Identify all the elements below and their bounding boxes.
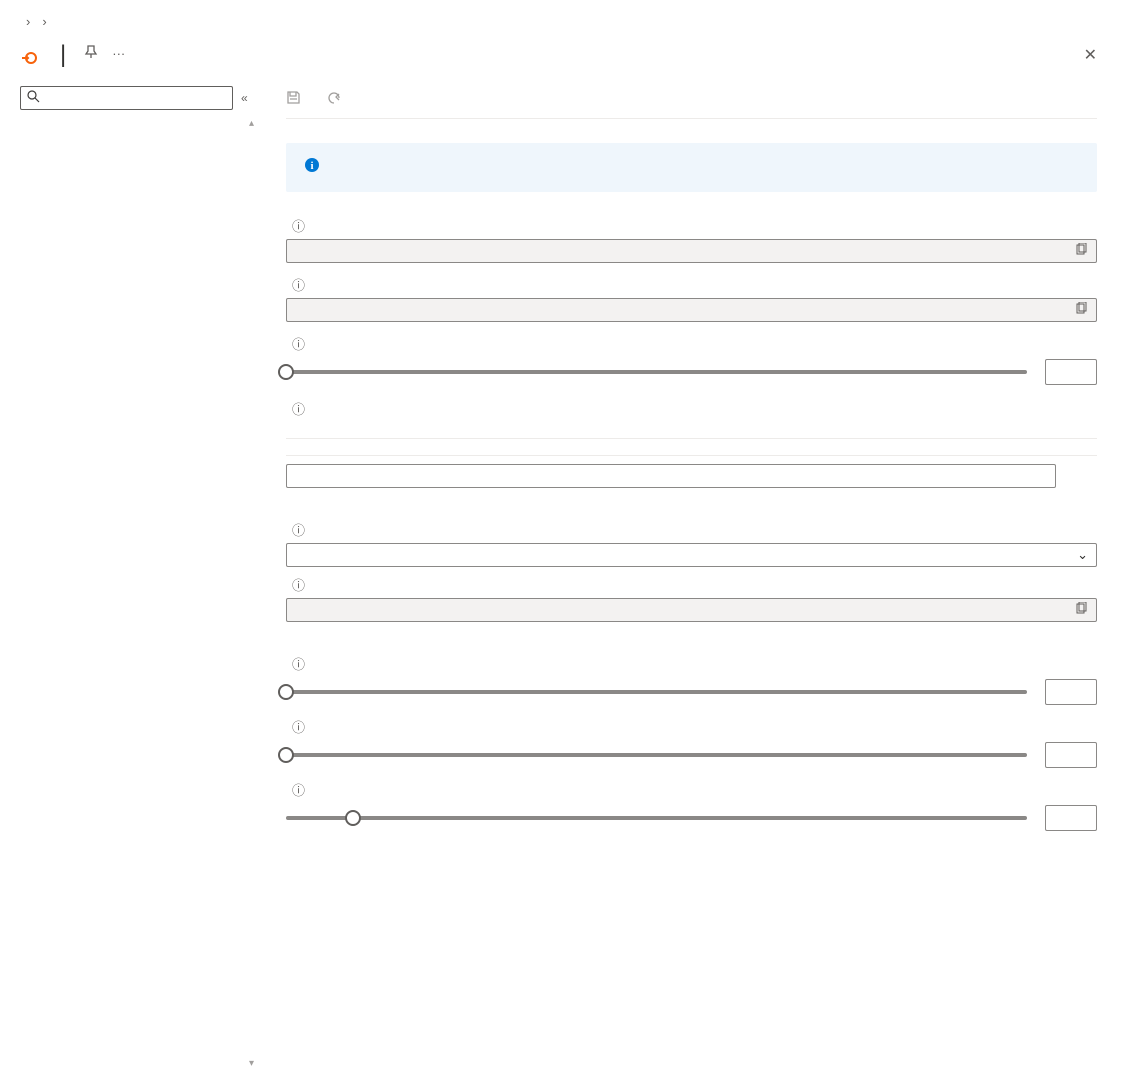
pin-icon[interactable] bbox=[84, 45, 98, 62]
sidebar-search[interactable] bbox=[20, 86, 233, 110]
slider-thumb[interactable] bbox=[345, 810, 361, 826]
consumer-group-default bbox=[286, 439, 1097, 456]
chevron-right-icon: › bbox=[26, 14, 30, 29]
copy-icon[interactable] bbox=[1075, 243, 1088, 259]
consumer-groups-header bbox=[286, 422, 1097, 439]
iot-hub-icon bbox=[20, 47, 42, 72]
info-icon[interactable]: ⓘ bbox=[292, 717, 305, 736]
info-icon: i bbox=[304, 157, 320, 178]
undo-button[interactable] bbox=[327, 90, 348, 108]
chevron-right-icon: › bbox=[42, 14, 46, 29]
main-content: i ⓘ ⓘ ⓘ bbox=[258, 82, 1125, 1073]
info-icon[interactable]: ⓘ bbox=[292, 575, 305, 594]
retain-slider[interactable] bbox=[286, 370, 1027, 374]
info-icon[interactable]: ⓘ bbox=[292, 334, 305, 353]
breadcrumb: › › bbox=[0, 0, 1125, 29]
more-icon[interactable]: ··· bbox=[112, 46, 125, 61]
toolbar bbox=[286, 82, 1097, 119]
feedback-value[interactable] bbox=[1045, 742, 1097, 768]
consumer-group-create[interactable] bbox=[286, 464, 1056, 488]
sidebar: « ▴ ▾ bbox=[0, 82, 258, 1073]
info-icon[interactable]: ⓘ bbox=[292, 654, 305, 673]
info-banner: i bbox=[286, 143, 1097, 192]
max-delivery-slider[interactable] bbox=[286, 816, 1027, 820]
feedback-slider[interactable] bbox=[286, 753, 1027, 757]
search-icon bbox=[27, 90, 40, 106]
slider-thumb[interactable] bbox=[278, 364, 294, 380]
ttl-value[interactable] bbox=[1045, 679, 1097, 705]
eh-name-field bbox=[286, 298, 1097, 322]
svg-text:i: i bbox=[310, 160, 313, 172]
close-icon[interactable]: ✕ bbox=[1084, 41, 1105, 65]
slider-thumb[interactable] bbox=[278, 747, 294, 763]
max-delivery-value[interactable] bbox=[1045, 805, 1097, 831]
page-title: | bbox=[52, 41, 66, 69]
copy-icon[interactable] bbox=[1075, 602, 1088, 618]
info-icon[interactable]: ⓘ bbox=[292, 216, 305, 235]
save-button[interactable] bbox=[286, 90, 307, 108]
partitions-field bbox=[286, 239, 1097, 263]
slider-thumb[interactable] bbox=[278, 684, 294, 700]
info-icon[interactable]: ⓘ bbox=[292, 399, 305, 418]
save-icon bbox=[286, 90, 301, 108]
chevron-down-icon: ⌄ bbox=[1077, 547, 1088, 563]
endpoint-field bbox=[286, 598, 1097, 622]
consumer-group-input[interactable] bbox=[295, 468, 1047, 485]
info-icon[interactable]: ⓘ bbox=[292, 275, 305, 294]
page-header: | ··· ✕ bbox=[0, 29, 1125, 82]
retain-value[interactable] bbox=[1045, 359, 1097, 385]
ttl-slider[interactable] bbox=[286, 690, 1027, 694]
collapse-sidebar-icon[interactable]: « bbox=[241, 91, 248, 105]
scroll-down-icon: ▾ bbox=[249, 1058, 254, 1069]
info-icon[interactable]: ⓘ bbox=[292, 520, 305, 539]
policy-select[interactable]: ⌄ bbox=[286, 543, 1097, 567]
info-icon[interactable]: ⓘ bbox=[292, 780, 305, 799]
sidebar-search-input[interactable] bbox=[46, 90, 226, 107]
undo-icon bbox=[327, 90, 342, 108]
copy-icon[interactable] bbox=[1075, 302, 1088, 318]
scroll-up-icon: ▴ bbox=[249, 118, 254, 129]
